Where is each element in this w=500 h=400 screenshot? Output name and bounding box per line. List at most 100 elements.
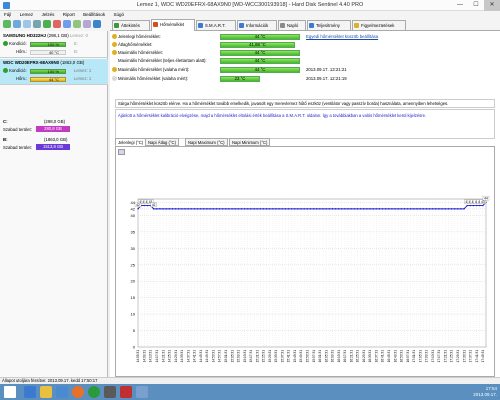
health-status-icon bbox=[3, 68, 8, 74]
x-tick-label: 15:13:31 bbox=[243, 350, 247, 363]
data-point bbox=[482, 204, 484, 207]
menu-help[interactable]: Súgó bbox=[114, 11, 125, 18]
report-icon[interactable] bbox=[53, 20, 61, 28]
data-point bbox=[152, 208, 155, 210]
volume-letter: C: bbox=[3, 119, 8, 124]
data-point bbox=[228, 208, 230, 210]
health-bar: 100 % bbox=[30, 69, 66, 74]
data-point bbox=[428, 208, 431, 210]
tab-smart[interactable]: S.M.A.R.T. bbox=[196, 20, 236, 30]
threshold-message: Sárga hőmérséklet küszöb elérve. Ha a hő… bbox=[115, 99, 495, 108]
tab-daily-minimum[interactable]: Napi Minimum (°C) bbox=[229, 138, 271, 146]
disk-name: SAMSUNG HD322HJ bbox=[3, 33, 46, 38]
data-point bbox=[137, 208, 139, 210]
data-point bbox=[250, 208, 252, 210]
options-icon[interactable] bbox=[83, 20, 91, 28]
send-report-icon[interactable] bbox=[63, 20, 71, 28]
data-point bbox=[466, 204, 468, 207]
data-point bbox=[375, 208, 377, 210]
tab-temperature[interactable]: Hőmérséklet bbox=[151, 19, 195, 31]
media-icon[interactable] bbox=[56, 386, 68, 398]
x-tick-label: 16:09:31 bbox=[331, 350, 335, 363]
x-tick-label: 14:25:31 bbox=[168, 350, 172, 363]
info-icon bbox=[239, 23, 244, 28]
stat-current: Jelenlegi hőmérséklet: bbox=[112, 34, 161, 39]
close-button[interactable]: ✕ bbox=[484, 0, 500, 11]
data-point bbox=[397, 208, 399, 210]
utorrent-icon[interactable] bbox=[88, 386, 100, 398]
tab-log[interactable]: Napló bbox=[278, 20, 306, 30]
firefox-icon[interactable] bbox=[72, 386, 84, 398]
tab-daily-average[interactable]: Napi Átlag (°C) bbox=[145, 138, 179, 146]
minimize-button[interactable]: — bbox=[452, 0, 468, 11]
data-point bbox=[297, 208, 299, 210]
data-point bbox=[363, 208, 365, 210]
tab-performance[interactable]: Teljesítmény bbox=[307, 20, 351, 30]
data-point bbox=[463, 208, 465, 210]
tab-overview[interactable]: Áttekintés bbox=[112, 20, 150, 30]
data-point bbox=[143, 204, 145, 207]
data-point bbox=[184, 208, 186, 210]
data-point bbox=[221, 208, 224, 210]
x-tick-label: 16:45:31 bbox=[387, 350, 391, 363]
x-tick-label: 14:09:31 bbox=[142, 350, 146, 363]
health-label: Kondíció: bbox=[9, 68, 27, 73]
menu-settings[interactable]: Beállítások bbox=[83, 11, 105, 18]
data-label: 42 bbox=[152, 203, 156, 207]
explorer-icon[interactable] bbox=[40, 386, 52, 398]
help-icon[interactable] bbox=[93, 20, 101, 28]
update-icon[interactable] bbox=[73, 20, 81, 28]
stat-average: Átlaghőmérséklet: bbox=[112, 42, 152, 47]
ie-icon[interactable] bbox=[24, 386, 36, 398]
volume-letter: B: bbox=[3, 137, 8, 142]
smart-test-icon[interactable] bbox=[33, 20, 41, 28]
window-title: Lemez 1, WDC WD20EFRX-68AX9N0 [WD-WCC300… bbox=[136, 2, 364, 8]
refresh-icon[interactable] bbox=[3, 20, 11, 28]
data-point bbox=[178, 208, 180, 210]
chart-tabs: Jelenlegi (°C) Napi Átlag (°C) Napi Maxi… bbox=[115, 138, 495, 146]
custom-threshold-link[interactable]: Egyedi hőmérséklet küszöb beállítása bbox=[306, 34, 378, 39]
data-point bbox=[344, 208, 346, 210]
y-tick-label: 20 bbox=[131, 279, 136, 284]
disk-item-wdc[interactable]: WDC WD20EFRX-68AX9N0 (1863,0 GB) Kondíci… bbox=[0, 59, 108, 85]
app-icon-2[interactable] bbox=[104, 386, 116, 398]
disk-size: (298,1 GB) bbox=[47, 33, 69, 38]
data-point bbox=[243, 208, 246, 210]
menu-alerts[interactable]: Jelzés bbox=[42, 11, 55, 18]
health-status-icon bbox=[3, 41, 8, 47]
data-point bbox=[284, 208, 287, 210]
temp-bar: 40 °C bbox=[30, 50, 66, 55]
tab-current-temp[interactable]: Jelenlegi (°C) bbox=[115, 138, 147, 146]
data-point bbox=[215, 208, 218, 210]
tab-alerts[interactable]: Figyelmeztetések bbox=[352, 20, 406, 30]
menu-disk[interactable]: Lemez bbox=[20, 11, 34, 18]
start-icon[interactable] bbox=[4, 386, 16, 398]
x-tick-label: 17:17:31 bbox=[437, 350, 441, 363]
performance-icon[interactable] bbox=[43, 20, 51, 28]
clock-date: 2013.09.17. bbox=[473, 392, 497, 397]
x-tick-label: 17:05:31 bbox=[418, 350, 422, 363]
data-point bbox=[193, 208, 196, 210]
data-point bbox=[200, 208, 202, 210]
menu-file[interactable]: Fájl bbox=[4, 11, 11, 18]
system-clock[interactable]: 17:54 2013.09.17. bbox=[473, 386, 497, 398]
hdsentinel-icon[interactable] bbox=[136, 386, 148, 398]
x-tick-label: 17:25:31 bbox=[450, 350, 454, 363]
disk-info-icon[interactable] bbox=[13, 20, 21, 28]
app-icon-3[interactable] bbox=[120, 386, 132, 398]
data-point bbox=[403, 208, 406, 210]
x-tick-label: 14:41:31 bbox=[193, 350, 197, 363]
maximize-button[interactable]: ☐ bbox=[468, 0, 484, 11]
disk-item-samsung[interactable]: SAMSUNG HD322HJ (298,1 GB) Lemez: 0 Kond… bbox=[0, 32, 108, 58]
temp-label: Hőm.: bbox=[16, 49, 28, 54]
x-tick-label: 16:37:31 bbox=[374, 350, 378, 363]
tab-daily-maximum[interactable]: Napi Maximum (°C) bbox=[185, 138, 228, 146]
data-point bbox=[341, 208, 343, 210]
data-point bbox=[435, 208, 437, 210]
data-point bbox=[174, 208, 177, 210]
menu-report[interactable]: Riport bbox=[63, 11, 75, 18]
surface-test-icon[interactable] bbox=[23, 20, 31, 28]
x-tick-label: 16:33:31 bbox=[368, 350, 372, 363]
tab-information[interactable]: Információk bbox=[237, 20, 277, 30]
data-point bbox=[225, 208, 227, 210]
